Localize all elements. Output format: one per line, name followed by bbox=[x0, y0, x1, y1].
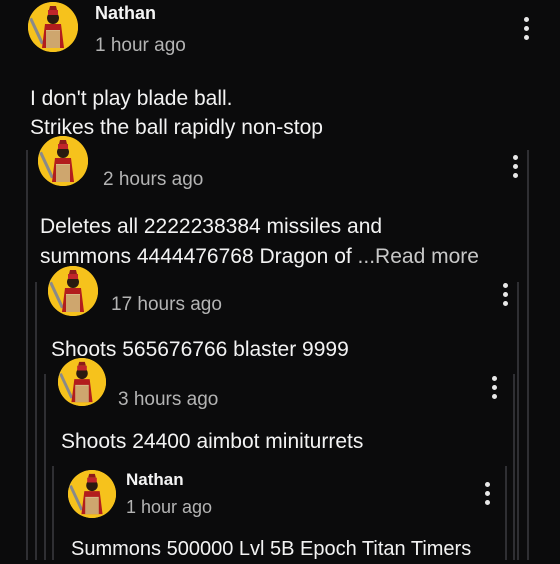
comment-timestamp: 2 hours ago bbox=[103, 169, 204, 190]
avatar[interactable] bbox=[38, 136, 88, 186]
more-options-button[interactable] bbox=[483, 482, 491, 505]
comment-text-truncated: summons 4444476768 Dragon of bbox=[40, 245, 358, 268]
avatar[interactable] bbox=[68, 470, 116, 518]
comment-text-line: I don't play blade ball. bbox=[30, 87, 233, 110]
more-options-button[interactable] bbox=[522, 17, 530, 40]
comment-timestamp: 1 hour ago bbox=[126, 497, 213, 517]
thread-line bbox=[527, 150, 529, 560]
more-vertical-icon bbox=[491, 376, 497, 381]
more-options-button[interactable] bbox=[501, 283, 509, 306]
comment-author[interactable]: Nathan bbox=[95, 3, 156, 24]
comment-timestamp: 3 hours ago bbox=[118, 389, 219, 410]
thread-line bbox=[26, 150, 28, 560]
comment-timestamp: 17 hours ago bbox=[111, 294, 222, 315]
comment-text-line: Deletes all 2222238384 missiles and bbox=[40, 215, 383, 238]
thread-line bbox=[52, 466, 54, 560]
avatar-icon bbox=[68, 470, 116, 518]
comment-text-line: Shoots 565676766 blaster 9999 bbox=[51, 338, 349, 361]
avatar[interactable] bbox=[48, 266, 98, 316]
thread-line bbox=[505, 466, 507, 560]
read-more-link[interactable]: ...Read more bbox=[358, 245, 479, 268]
more-vertical-icon bbox=[512, 155, 518, 160]
more-vertical-icon bbox=[484, 482, 490, 487]
comment-author[interactable]: Nathan bbox=[126, 470, 184, 490]
avatar[interactable] bbox=[58, 358, 106, 406]
avatar-icon bbox=[28, 2, 78, 52]
thread-line bbox=[513, 374, 515, 560]
more-options-button[interactable] bbox=[490, 376, 498, 399]
thread-line bbox=[517, 282, 519, 560]
more-options-button[interactable] bbox=[511, 155, 519, 178]
comment-text-line: summons 4444476768 Dragon of ...Read mor… bbox=[40, 242, 479, 272]
avatar-icon bbox=[58, 358, 106, 406]
avatar-icon bbox=[38, 136, 88, 186]
avatar-icon bbox=[48, 266, 98, 316]
thread-line bbox=[35, 282, 37, 560]
more-vertical-icon bbox=[523, 17, 529, 22]
more-vertical-icon bbox=[502, 283, 508, 288]
comment-text-line: Shoots 24400 aimbot miniturrets bbox=[61, 430, 364, 453]
thread-line bbox=[44, 374, 46, 560]
comment-timestamp: 1 hour ago bbox=[95, 35, 186, 56]
avatar[interactable] bbox=[28, 2, 78, 52]
